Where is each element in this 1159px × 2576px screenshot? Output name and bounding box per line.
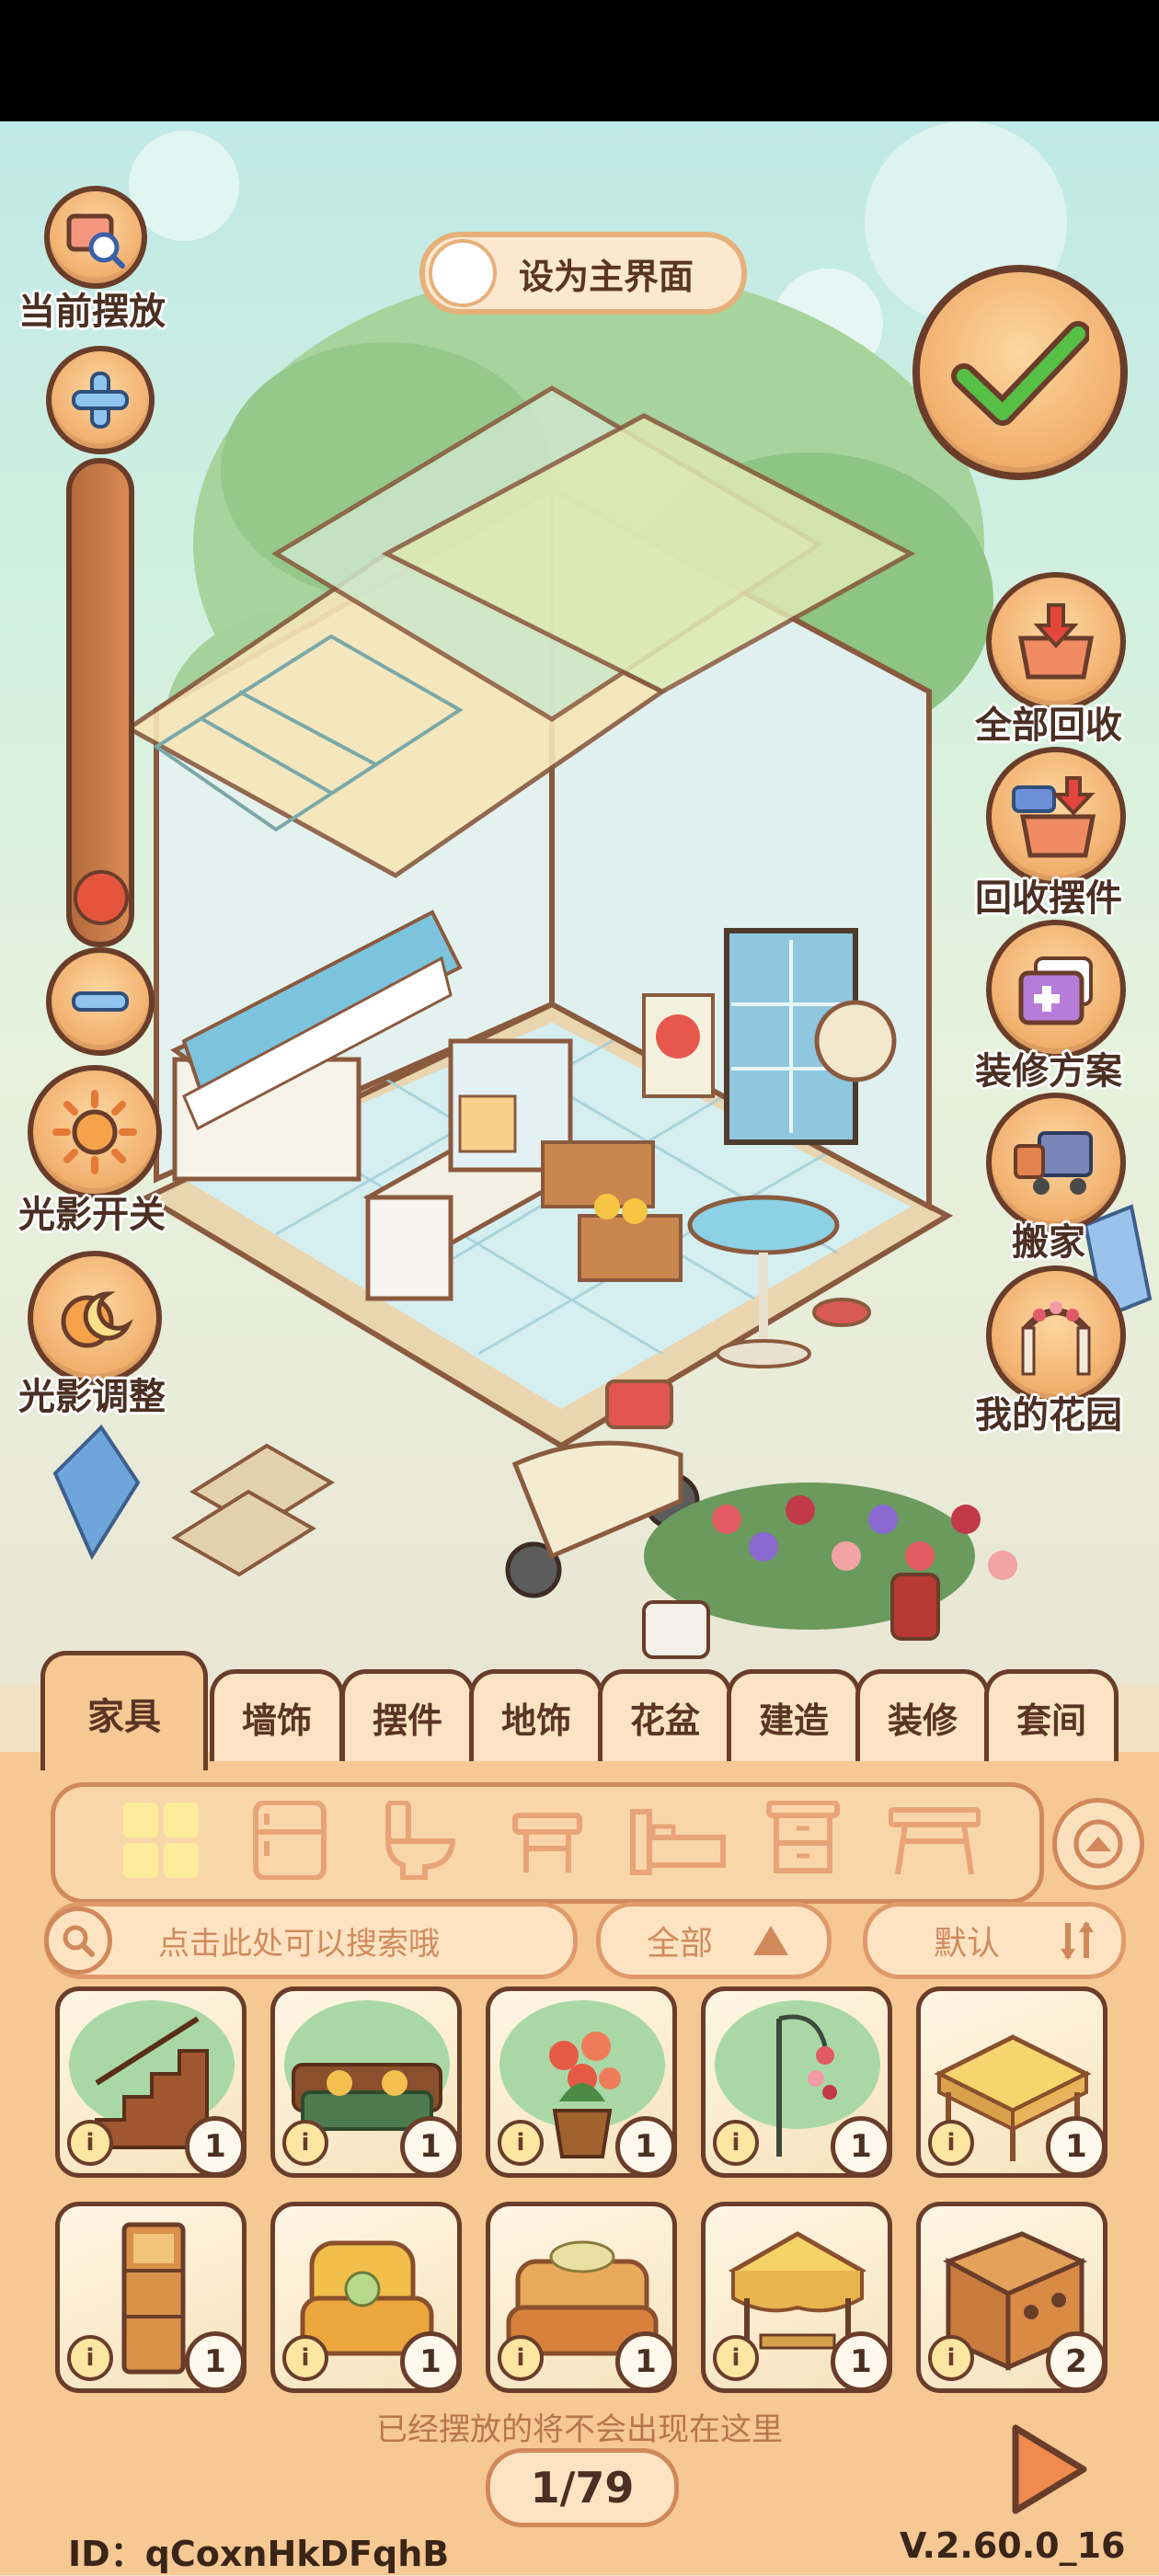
item-card-tall-cabinet[interactable]: i 1 — [55, 2202, 247, 2393]
set-main-label: 设为主界面 — [519, 256, 694, 297]
tab-ornaments[interactable]: 摆件 — [340, 1669, 475, 1761]
item-card-canopy-side-table[interactable]: i 1 — [701, 2202, 892, 2393]
recycle-ornaments-label: 回收摆件 — [975, 877, 1122, 920]
minus-icon — [72, 991, 129, 1012]
item-card-flower-lamp[interactable]: i 1 — [701, 1986, 892, 2178]
item-info-badge[interactable]: i — [282, 2335, 328, 2381]
item-info-badge[interactable]: i — [498, 2120, 544, 2166]
play-arrow-icon — [1012, 2424, 1087, 2514]
renovation-plan-button[interactable] — [986, 920, 1126, 1059]
item-info-badge[interactable]: i — [498, 2335, 544, 2381]
plan-cards-icon — [1018, 956, 1093, 1025]
current-placement-label: 当前摆放 — [18, 291, 166, 333]
item-info-badge[interactable]: i — [713, 2120, 759, 2166]
item-count-badge: 2 — [1046, 2331, 1103, 2388]
light-adjust-label: 光影调整 — [18, 1376, 166, 1418]
item-count-badge: 1 — [185, 2331, 242, 2388]
page-indicator: 1/79 — [486, 2448, 679, 2527]
item-info-badge[interactable]: i — [713, 2335, 759, 2381]
tab-floor-decor[interactable]: 地饰 — [469, 1669, 603, 1761]
zoom-out-button[interactable] — [46, 947, 155, 1056]
toilet-icon[interactable] — [379, 1800, 458, 1881]
placed-hint: 已经摆放的将不会出现在这里 — [376, 2411, 783, 2448]
item-card-rose-bucket[interactable]: i 1 — [486, 1986, 677, 2178]
user-id: ID：qCoxnHkDFqhB — [68, 2534, 450, 2574]
zoom-slider[interactable] — [66, 458, 134, 947]
confirm-button[interactable] — [912, 265, 1128, 480]
version-label: V.2.60.0_16 — [900, 2525, 1126, 2566]
search-bar[interactable]: 点击此处可以搜索哦 — [44, 1902, 578, 1979]
sort-dropdown[interactable]: 默认 — [863, 1902, 1126, 1979]
next-page-button[interactable] — [993, 2419, 1095, 2520]
tab-flowerpots[interactable]: 花盆 — [598, 1669, 732, 1761]
current-placement-button[interactable] — [44, 186, 147, 289]
chevron-up-icon — [1073, 1819, 1123, 1869]
item-count-badge: 1 — [615, 2116, 672, 2173]
filter-dropdown[interactable]: 全部 — [596, 1902, 832, 1979]
cabinet-icon[interactable] — [763, 1800, 843, 1880]
bed-icon[interactable] — [629, 1801, 727, 1880]
toggle-knob — [429, 239, 497, 307]
light-toggle-label: 光影开关 — [18, 1194, 166, 1236]
sun-moon-icon — [61, 1291, 133, 1348]
item-count-badge: 1 — [400, 2116, 457, 2173]
zoom-slider-handle[interactable] — [74, 870, 129, 925]
light-toggle-button[interactable] — [28, 1065, 162, 1199]
table-icon[interactable] — [888, 1801, 981, 1880]
sun-icon — [52, 1090, 137, 1174]
item-count-badge: 1 — [831, 2331, 888, 2388]
item-count-badge: 1 — [831, 2116, 888, 2173]
plus-icon — [72, 372, 129, 429]
fridge-icon[interactable] — [250, 1800, 329, 1881]
item-info-badge[interactable]: i — [67, 2335, 113, 2381]
tab-renovation[interactable]: 装修 — [855, 1669, 990, 1761]
recycle-ornaments-button[interactable] — [986, 747, 1126, 887]
all-grid-icon[interactable] — [121, 1801, 201, 1880]
truck-icon — [1014, 1131, 1093, 1195]
move-house-label: 搬家 — [1012, 1221, 1085, 1264]
status-bar — [0, 0, 1159, 121]
item-count-badge: 1 — [400, 2331, 457, 2388]
magnifier-icon — [66, 213, 125, 269]
stool-icon[interactable] — [508, 1801, 587, 1880]
set-main-toggle[interactable]: 设为主界面 — [419, 232, 747, 315]
item-info-badge[interactable]: i — [928, 2120, 974, 2166]
checkmark-icon — [951, 321, 1089, 426]
item-info-badge[interactable]: i — [928, 2335, 974, 2381]
item-card-green-sofa[interactable]: i 1 — [270, 1986, 462, 2178]
tab-suites[interactable]: 套间 — [984, 1669, 1119, 1761]
box-down-arrow-icon — [1017, 603, 1095, 680]
garden-arch-icon — [1021, 1301, 1091, 1376]
item-card-wooden-staircase[interactable]: i 1 — [55, 1986, 247, 2178]
sort-label: 默认 — [934, 1925, 1001, 1963]
box-tag-icon — [1012, 776, 1096, 858]
item-count-badge: 1 — [1046, 2116, 1103, 2173]
filter-label: 全部 — [647, 1925, 714, 1963]
tab-furniture[interactable]: 家具 — [40, 1651, 208, 1770]
collapse-button[interactable] — [1052, 1798, 1144, 1890]
item-card-orange-sofa[interactable]: i 1 — [486, 2202, 677, 2393]
search-placeholder: 点击此处可以搜索哦 — [158, 1925, 440, 1963]
renovation-plan-label: 装修方案 — [975, 1050, 1122, 1093]
search-icon[interactable] — [44, 1906, 112, 1975]
item-info-badge[interactable]: i — [282, 2120, 328, 2166]
item-card-wooden-dresser[interactable]: i 2 — [916, 2202, 1107, 2393]
tab-build[interactable]: 建造 — [727, 1669, 861, 1761]
tab-wall-decor[interactable]: 墙饰 — [210, 1669, 344, 1761]
my-garden-label: 我的花园 — [975, 1394, 1122, 1437]
triangle-up-icon — [753, 1926, 789, 1955]
item-info-badge[interactable]: i — [67, 2120, 113, 2166]
item-card-yellow-table[interactable]: i 1 — [916, 1986, 1107, 2178]
sort-arrows-icon — [1061, 1921, 1095, 1960]
light-adjust-button[interactable] — [28, 1251, 162, 1385]
recycle-all-button[interactable] — [986, 572, 1126, 712]
item-card-yellow-armchair[interactable]: i 1 — [270, 2202, 462, 2393]
item-count-badge: 1 — [615, 2331, 672, 2388]
item-count-badge: 1 — [185, 2116, 242, 2173]
zoom-in-button[interactable] — [46, 346, 155, 454]
recycle-all-label: 全部回收 — [975, 704, 1122, 747]
